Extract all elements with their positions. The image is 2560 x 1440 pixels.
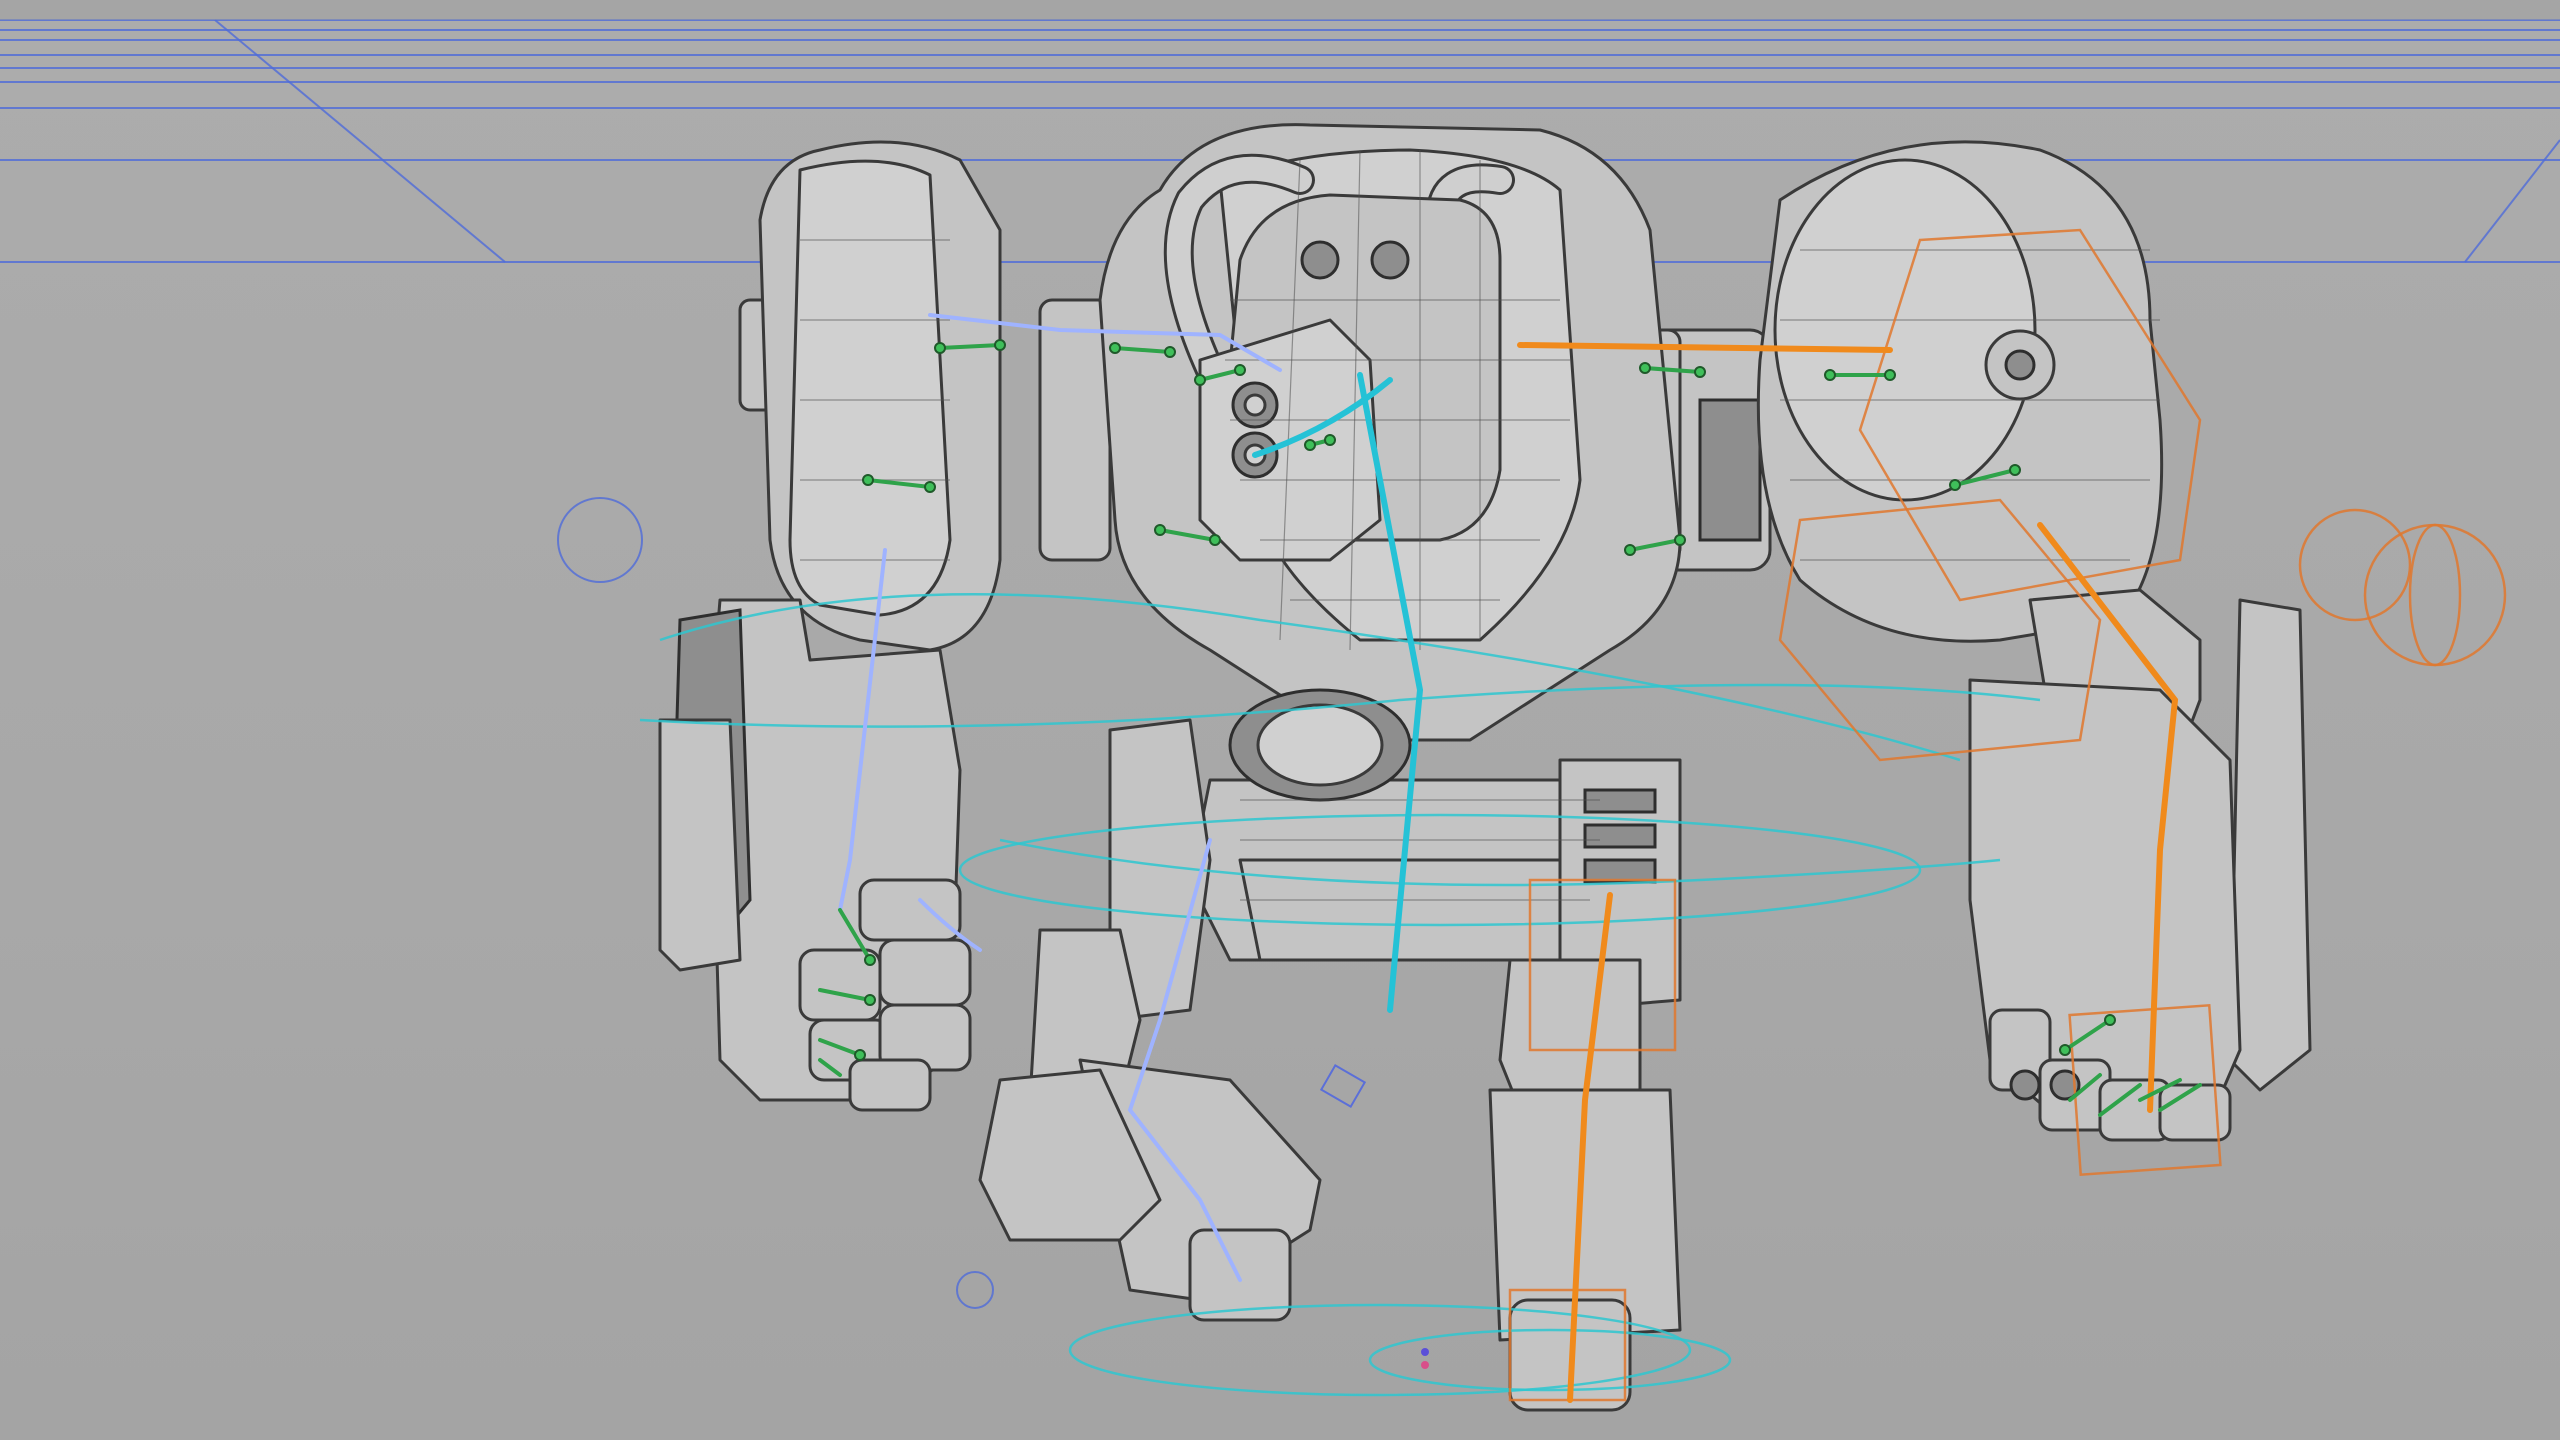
viewport-canvas[interactable] xyxy=(0,0,2560,1440)
head-mesh[interactable] xyxy=(1198,193,1502,562)
3d-viewport[interactable] xyxy=(0,0,2560,1440)
right-arm-mesh[interactable] xyxy=(1648,140,2312,1142)
robot-mesh[interactable] xyxy=(658,123,2312,1412)
